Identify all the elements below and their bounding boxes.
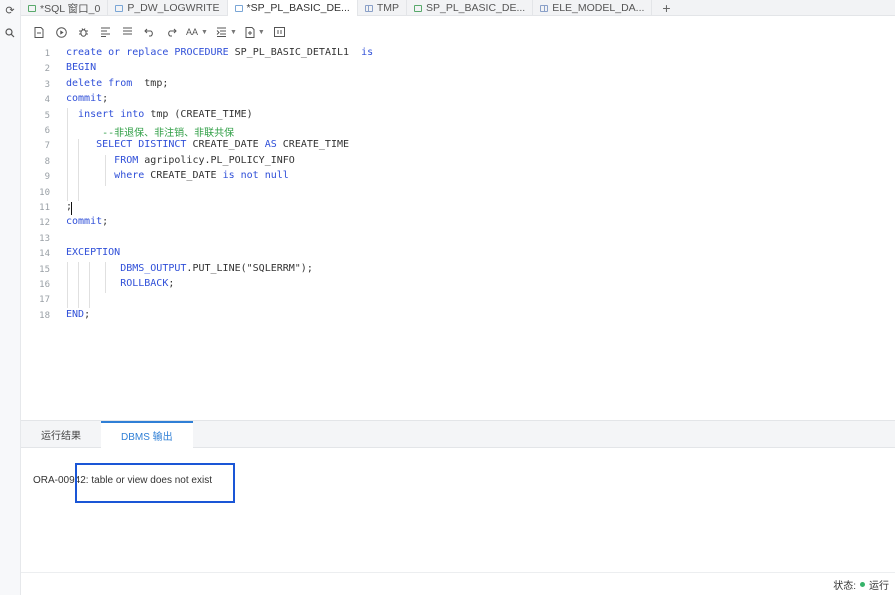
panel-icon[interactable] <box>270 22 290 42</box>
refresh-icon[interactable]: ⟳ <box>3 3 17 17</box>
line-number: 15 <box>39 264 50 275</box>
clean-icon[interactable] <box>117 22 137 42</box>
tab-ele-model-data[interactable]: ELE_MODEL_DA... <box>533 0 653 16</box>
left-rail: ⟳ <box>0 0 21 595</box>
code-line-6: --非退保、非注销、非联共保 <box>102 128 235 139</box>
status-dot-icon <box>860 581 865 587</box>
line-number: 6 <box>44 126 50 136</box>
tab-sp-pl-basic-detail-active[interactable]: *SP_PL_BASIC_DE... <box>227 0 358 16</box>
format-icon[interactable] <box>95 22 115 42</box>
procedure-icon <box>413 4 422 12</box>
editor-toolbar: AA ▼ ▼ ▼ <box>21 17 895 47</box>
table-icon <box>364 4 373 12</box>
status-value: 运行 <box>869 580 889 592</box>
line-number: 4 <box>44 95 50 106</box>
status-label: 状态: <box>833 580 856 592</box>
line-number: 10 <box>39 187 50 198</box>
code-line-15: DBMS_OUTPUT.PUT_LINE("SQLERRM"); <box>120 262 313 274</box>
code-line-7: SELECT DISTINCT CREATE_DATE AS CREATE_TI… <box>96 139 350 151</box>
add-tab-button[interactable]: + <box>652 0 680 16</box>
line-number: 2 <box>44 64 50 75</box>
editor-tab-bar: *SQL 窗口_0 P_DW_LOGWRITE *SP_PL_BASIC_DE.… <box>21 0 895 16</box>
tab-sql-window[interactable]: *SQL 窗口_0 <box>21 0 109 16</box>
line-number: 7 <box>44 141 50 152</box>
tab-dbms-output[interactable]: DBMS 输出 <box>101 421 193 448</box>
line-number: 14 <box>39 249 50 260</box>
tab-p-dw-logwrite[interactable]: P_DW_LOGWRITE <box>108 0 228 16</box>
procedure-icon <box>115 4 124 12</box>
search-icon[interactable] <box>3 26 17 40</box>
line-number: 5 <box>44 110 50 121</box>
line-number: 18 <box>39 310 50 321</box>
code-line-4: commit; <box>66 93 109 105</box>
code-line-18: END; <box>66 308 91 320</box>
code-line-8: FROM agripolicy.PL_POLICY_INFO <box>114 154 295 166</box>
output-tabs: 运行结果 DBMS 输出 <box>21 421 895 448</box>
code-line-16: ROLLBACK; <box>120 278 175 289</box>
tab-tmp[interactable]: TMP <box>358 0 407 16</box>
line-number: 1 <box>44 49 50 59</box>
code-line-12: commit; <box>66 216 109 228</box>
save-icon[interactable] <box>29 22 49 42</box>
line-number: 17 <box>39 295 50 306</box>
code-line-2: BEGIN <box>66 62 97 74</box>
line-number: 16 <box>39 280 50 290</box>
status-bar: 状态: 运行 <box>21 572 895 595</box>
line-number: 8 <box>44 156 50 167</box>
code-editor[interactable]: 1 2 3 4 5 6 7 8 9 10 11 12 13 14 15 16 1… <box>21 47 895 420</box>
code-line-5: insert into tmp (CREATE_TIME) <box>78 108 253 120</box>
highlight-box <box>75 463 235 503</box>
tab-sp-pl-basic-detail[interactable]: SP_PL_BASIC_DE... <box>407 0 534 16</box>
redo-icon[interactable] <box>161 22 181 42</box>
table-icon <box>540 4 549 12</box>
code-line-9: where CREATE_DATE is not null <box>114 170 289 182</box>
line-number: 13 <box>39 233 50 244</box>
code-line-14: EXCEPTION <box>66 247 121 259</box>
undo-icon[interactable] <box>139 22 159 42</box>
export-icon[interactable]: ▼ <box>242 22 268 42</box>
code-line-3: delete from tmp; <box>66 77 169 89</box>
debug-icon[interactable] <box>73 22 93 42</box>
line-number: 9 <box>44 172 50 183</box>
text-cursor <box>71 202 72 215</box>
output-panel: 运行结果 DBMS 输出 ORA-00942: table or view do… <box>21 420 895 572</box>
tab-run-result[interactable]: 运行结果 <box>21 421 101 448</box>
line-number: 3 <box>44 79 50 90</box>
font-icon[interactable]: AA ▼ <box>183 22 211 42</box>
line-number: 11 <box>39 203 50 213</box>
indent-icon[interactable]: ▼ <box>213 22 240 42</box>
code-line-1: create or replace PROCEDURE SP_PL_BASIC_… <box>66 47 374 58</box>
sql-window-icon <box>28 4 36 12</box>
procedure-icon <box>234 4 243 12</box>
run-icon[interactable] <box>51 22 71 42</box>
line-number: 12 <box>39 218 50 229</box>
